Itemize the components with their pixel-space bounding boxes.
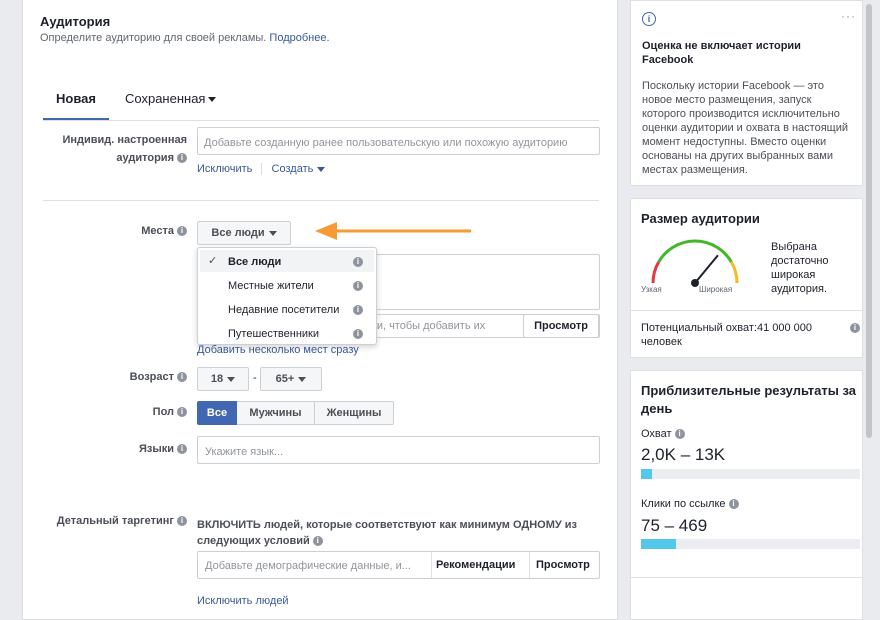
info-circle-icon: i [642, 12, 656, 26]
panel-subtitle: Определите аудиторию для своей рекламы. … [40, 32, 330, 44]
detailed-targeting-input[interactable]: Добавьте демографические данные, и... Ре… [197, 551, 600, 579]
info-icon[interactable]: i [353, 329, 363, 339]
audience-size-card: Размер аудитории Узкая Широкая Выбрана д… [630, 198, 863, 358]
audience-size-description: Выбрана достаточно широкая аудитория. [771, 241, 829, 295]
custom-audience-actions: Исключить Создать [197, 163, 326, 176]
languages-label: Языки i [43, 443, 187, 455]
check-icon: ✓ [208, 255, 218, 267]
info-icon[interactable]: i [312, 536, 323, 547]
exclude-people-link[interactable]: Исключить людей [197, 595, 289, 607]
menu-item-recent-visitors[interactable]: Недавние посетители [228, 304, 339, 316]
info-icon[interactable]: i [353, 281, 363, 291]
languages-input[interactable]: Укажите язык... [197, 436, 600, 464]
browse-button[interactable]: Просмотр [523, 314, 599, 338]
info-icon[interactable]: i [353, 305, 363, 315]
detailed-include-text: ВКЛЮЧИТЬ людей, которые соответствуют ка… [197, 519, 578, 547]
chevron-down-icon [317, 166, 326, 172]
reach-bar [641, 469, 860, 479]
more-options-icon[interactable]: ··· [841, 9, 856, 23]
audience-panel: Аудитория Определите аудиторию для своей… [22, 0, 618, 620]
section-divider [43, 200, 599, 201]
gender-men-button[interactable]: Мужчины [237, 401, 315, 425]
info-icon[interactable]: i [177, 153, 187, 164]
add-multiple-locations-link[interactable]: Добавить несколько мест сразу [197, 344, 359, 356]
gauge-wide-label: Широкая [699, 285, 733, 294]
tab-new[interactable]: Новая [43, 86, 109, 120]
more-link[interactable]: Подробнее. [269, 32, 329, 44]
notice-body: Поскольку истории Facebook — это новое м… [642, 80, 848, 176]
gender-label: Пол i [43, 406, 187, 418]
audience-gauge-icon [651, 239, 739, 287]
info-icon[interactable]: i [850, 323, 860, 333]
recommendations-button[interactable]: Рекомендации [436, 559, 515, 571]
info-icon[interactable]: i [177, 372, 187, 383]
audience-size-title: Размер аудитории [641, 211, 760, 226]
potential-reach: Потенциальный охват:41 000 000 человек [641, 322, 813, 348]
reach-value: 2,0K – 13K [641, 445, 726, 464]
chevron-down-icon [268, 230, 277, 236]
clicks-bar-fill [641, 539, 677, 549]
notice-title: Оценка не включает истории Facebook [642, 40, 801, 66]
locations-menu: ✓ Все люди i Местные жители i Недавние п… [197, 247, 377, 345]
scrollbar-thumb[interactable] [866, 4, 872, 438]
gender-toggle: Все Мужчины Женщины [197, 401, 394, 425]
age-to-select[interactable]: 65+ [260, 367, 322, 391]
gauge-narrow-label: Узкая [641, 285, 662, 294]
clicks-bar [641, 539, 860, 549]
chevron-down-icon [298, 376, 307, 382]
info-icon[interactable]: i [674, 429, 685, 440]
info-icon[interactable]: i [177, 444, 187, 455]
arrow-annotation-icon [315, 222, 471, 240]
locations-label: Места i [43, 225, 187, 237]
create-link[interactable]: Создать [272, 163, 326, 175]
age-label: Возраст i [43, 371, 187, 383]
clicks-label: Клики по ссылке i [641, 498, 739, 510]
info-icon[interactable]: i [353, 257, 363, 267]
panel-title: Аудитория [40, 14, 111, 29]
reach-bar-fill [641, 469, 652, 479]
menu-item-locals[interactable]: Местные жители [228, 280, 314, 292]
daily-results-card: Приблизительные результаты за день Охват… [630, 370, 863, 620]
custom-audience-input[interactable]: Добавьте созданную ранее пользовательску… [197, 127, 600, 155]
stories-notice-card: i ··· Оценка не включает истории Faceboo… [630, 0, 863, 186]
divider [261, 163, 263, 176]
tab-saved[interactable]: Сохраненная [125, 86, 217, 118]
chevron-down-icon [227, 376, 236, 382]
sidebar-scrollbar[interactable] [866, 0, 874, 620]
age-from-select[interactable]: 18 [197, 367, 249, 391]
reach-label: Охват i [641, 428, 685, 440]
info-icon[interactable]: i [177, 226, 187, 237]
results-title: Приблизительные результаты за день [641, 383, 857, 416]
menu-item-highlight [200, 250, 374, 272]
detailed-targeting-label: Детальный таргетинг i [43, 515, 187, 527]
info-icon[interactable]: i [177, 516, 187, 527]
detailed-browse-button[interactable]: Просмотр [536, 559, 590, 571]
custom-audience-label: Индивид. настроенная аудитория i [62, 134, 187, 164]
gender-all-button[interactable]: Все [197, 401, 237, 425]
info-icon[interactable]: i [177, 407, 187, 418]
tabs-divider [43, 120, 599, 121]
chevron-down-icon [208, 97, 217, 103]
exclude-link[interactable]: Исключить [197, 163, 252, 175]
info-icon[interactable]: i [728, 499, 739, 510]
gender-women-button[interactable]: Женщины [315, 401, 394, 425]
menu-item-travelers[interactable]: Путешественники [228, 328, 319, 340]
clicks-value: 75 – 469 [641, 516, 708, 535]
locations-dropdown[interactable]: Все люди [197, 221, 291, 245]
menu-item-all-people[interactable]: Все люди [228, 256, 281, 268]
age-dash: - [253, 372, 257, 384]
